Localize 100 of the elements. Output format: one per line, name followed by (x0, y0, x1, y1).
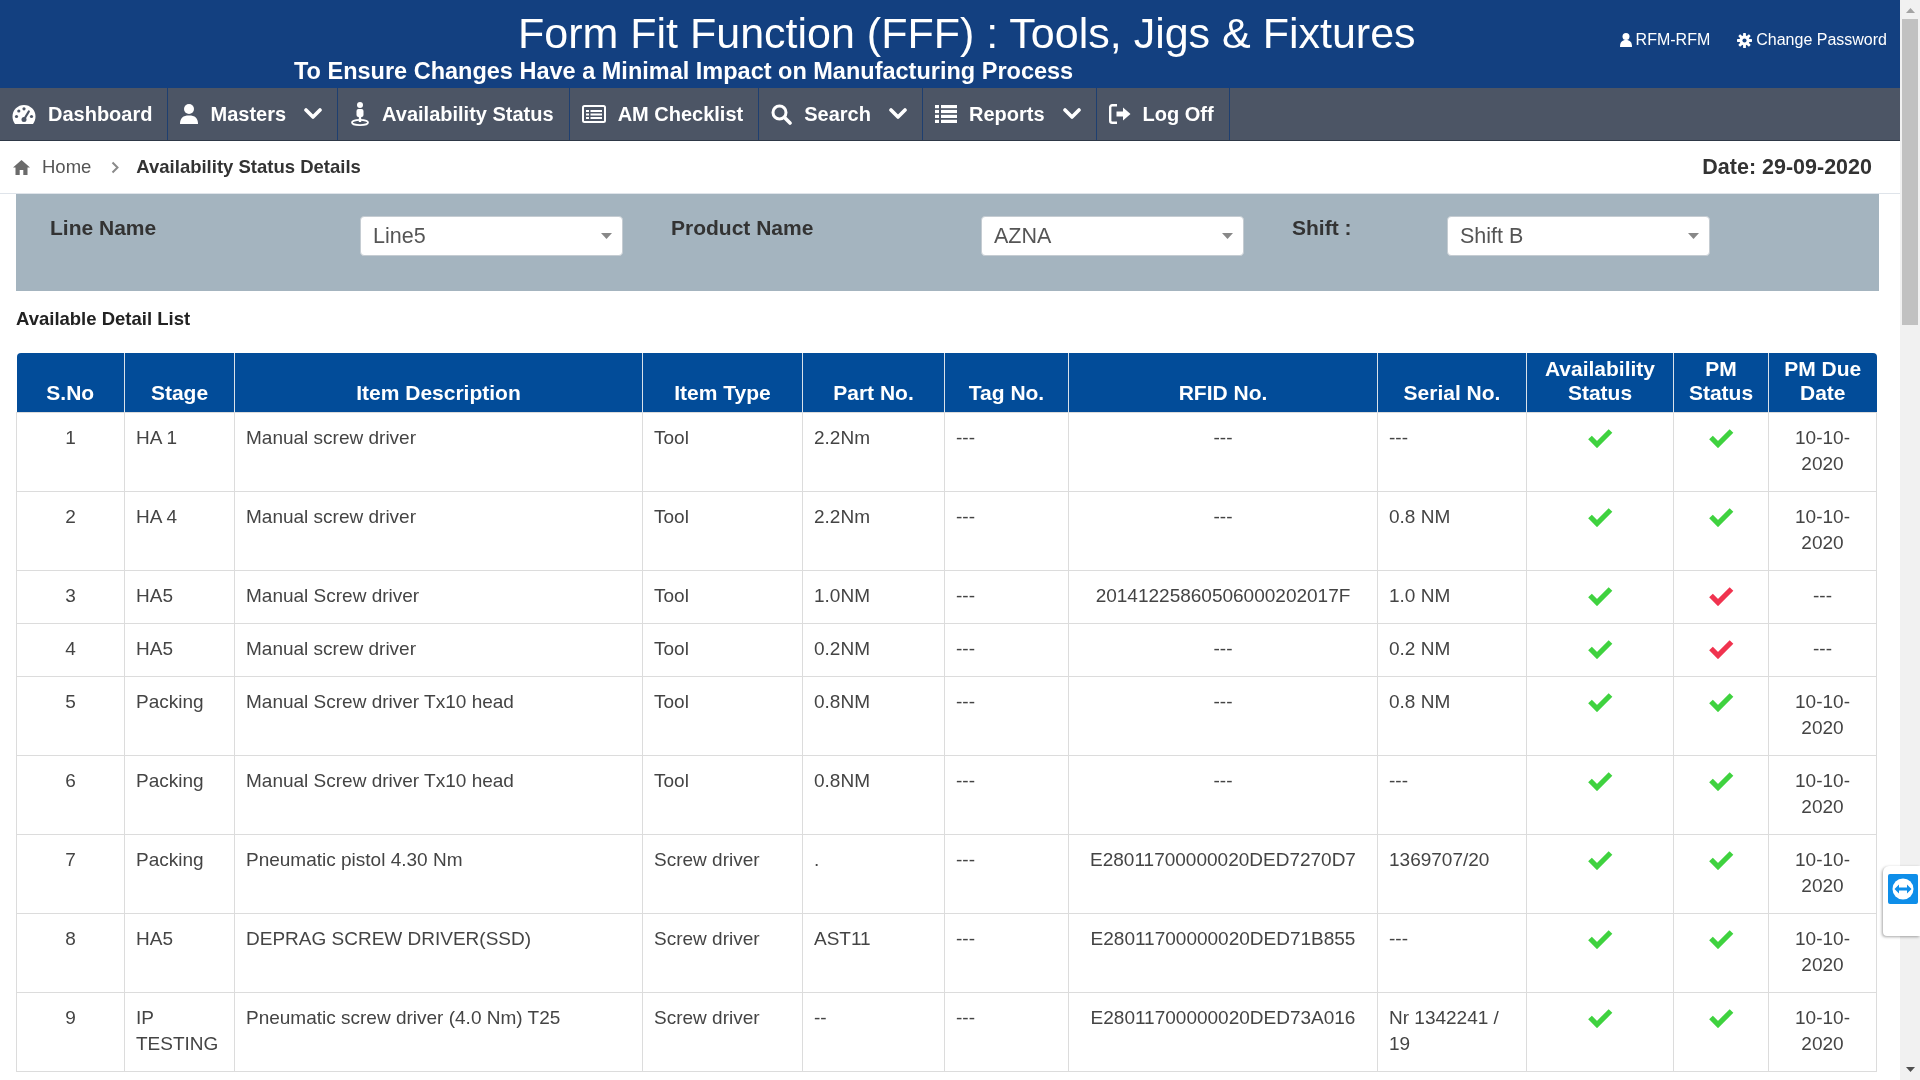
table-cell: HA 1 (124, 412, 235, 492)
table-cell: Packing (124, 755, 235, 835)
table-cell: 4 (16, 623, 125, 677)
nav-menu-item[interactable]: Reports (922, 88, 1097, 140)
field-label: Product Name (671, 216, 814, 240)
nav-menu-item[interactable]: AM Checklist (569, 88, 760, 140)
breadcrumb-link[interactable]: Home (42, 156, 92, 178)
table-cell: E28011700000020DED71B855 (1068, 913, 1378, 993)
date-label: Date: 29-09-2020 (1702, 154, 1872, 180)
table-cell: Pneumatic screw driver (4.0 Nm) T25 (234, 992, 643, 1072)
scrollbar[interactable] (1900, 0, 1920, 1080)
table-cell: E28011700000020DED7270D7 (1068, 834, 1378, 914)
column-header: Tag No. (944, 353, 1069, 413)
table-cell: Manual screw driver (234, 491, 643, 571)
table-cell: --- (1068, 623, 1378, 677)
table-cell: Tool (642, 676, 803, 756)
table-cell: Manual screw driver (234, 623, 643, 677)
search-icon (771, 103, 793, 125)
table-cell: --- (944, 491, 1069, 571)
table-cell: 1 (16, 412, 125, 492)
table-cell: 10-10-2020 (1768, 834, 1877, 914)
table-cell: --- (1377, 755, 1527, 835)
table-cell: --- (944, 834, 1069, 914)
table-cell: Pneumatic pistol 4.30 Nm (234, 834, 643, 914)
nav-menu-item[interactable]: Dashboard (0, 88, 169, 140)
field-label: Line Name (50, 216, 157, 240)
scroll-down-icon[interactable] (1905, 1067, 1915, 1072)
breadcrumb-current: Availability Status Details (136, 156, 361, 178)
table-cell: 0.8 NM (1377, 491, 1527, 571)
scrollbar-thumb[interactable] (1902, 19, 1918, 325)
table-cell: DEPRAG SCREW DRIVER(SSD) (234, 913, 643, 993)
change-password-link[interactable]: Change Password (1737, 31, 1887, 49)
nav-menu-item[interactable]: Log Off (1096, 88, 1230, 140)
table-cell: Tool (642, 570, 803, 624)
column-header: Part No. (802, 353, 945, 413)
table-cell: 2.2Nm (802, 412, 945, 492)
user-link[interactable]: RFM-RFM (1619, 31, 1711, 49)
table-cell: 10-10-2020 (1768, 491, 1877, 571)
dropdown-select[interactable]: AZNA (981, 216, 1244, 256)
sign-out-icon (1108, 104, 1131, 124)
caret-icon (1222, 233, 1233, 239)
nav-menu-item[interactable]: Masters (168, 88, 339, 140)
table-cell: HA5 (124, 570, 235, 624)
gauge-icon (12, 104, 36, 124)
table-cell: --- (1068, 491, 1378, 571)
table-cell: Screw driver (642, 992, 803, 1072)
table-cell: --- (944, 623, 1069, 677)
column-header: Availability Status (1526, 353, 1674, 413)
table-cell: 3 (16, 570, 125, 624)
column-header: Item Description (234, 353, 643, 413)
table-cell: 10-10-2020 (1768, 992, 1877, 1072)
table-cell: --- (1068, 676, 1378, 756)
table-cell: Screw driver (642, 834, 803, 914)
column-header: S.No (16, 353, 125, 413)
table-cell: 10-10-2020 (1768, 412, 1877, 492)
table-cell: 0.8NM (802, 676, 945, 756)
list-icon (934, 105, 957, 123)
section-title: Available Detail List (16, 308, 191, 330)
column-header: RFID No. (1068, 353, 1378, 413)
table-cell: HA5 (124, 913, 235, 993)
table-cell: 20141225860506000202017F (1068, 570, 1378, 624)
table-cell: Manual Screw driver (234, 570, 643, 624)
card-list-icon (581, 105, 606, 123)
table-cell: --- (1377, 913, 1527, 993)
nav-menu-item[interactable]: Availability Status (338, 88, 570, 140)
table-cell: 2 (16, 491, 125, 571)
chevron-right-icon (111, 160, 120, 174)
table-cell: 1.0 NM (1377, 570, 1527, 624)
dropdown-select[interactable]: Line5 (360, 216, 623, 256)
table-cell: --- (1068, 755, 1378, 835)
table-cell: 1.0NM (802, 570, 945, 624)
table-cell: 0.8 NM (1377, 676, 1527, 756)
floating-tab[interactable] (1883, 866, 1920, 936)
dropdown-select[interactable]: Shift B (1447, 216, 1710, 256)
table-cell: 1369707/20 (1377, 834, 1527, 914)
person-pin-icon (350, 102, 371, 126)
table-cell: Manual screw driver (234, 412, 643, 492)
column-header: Stage (124, 353, 235, 413)
page-title: Form Fit Function (FFF) : Tools, Jigs & Fixtures (518, 9, 1416, 57)
table-cell: 8 (16, 913, 125, 993)
table-cell: Manual Screw driver Tx10 head (234, 676, 643, 756)
table-cell: --- (944, 992, 1069, 1072)
table-cell: HA5 (124, 623, 235, 677)
table-cell: 0.8NM (802, 755, 945, 835)
table-cell: --- (944, 412, 1069, 492)
table-cell: 10-10-2020 (1768, 676, 1877, 756)
column-header: Item Type (642, 353, 803, 413)
column-header: PM Status (1673, 353, 1769, 413)
table-cell: . (802, 834, 945, 914)
nav-menu-item[interactable]: Search (759, 88, 923, 140)
scroll-up-icon[interactable] (1905, 8, 1915, 13)
table-cell: --- (1768, 570, 1877, 624)
settings-icon (1737, 32, 1753, 48)
table-cell: -- (802, 992, 945, 1072)
table-cell: 7 (16, 834, 125, 914)
table-cell: 5 (16, 676, 125, 756)
caret-icon (601, 233, 612, 239)
user-icon (180, 104, 199, 124)
table-cell: --- (1768, 623, 1877, 677)
table-cell: 0.2NM (802, 623, 945, 677)
